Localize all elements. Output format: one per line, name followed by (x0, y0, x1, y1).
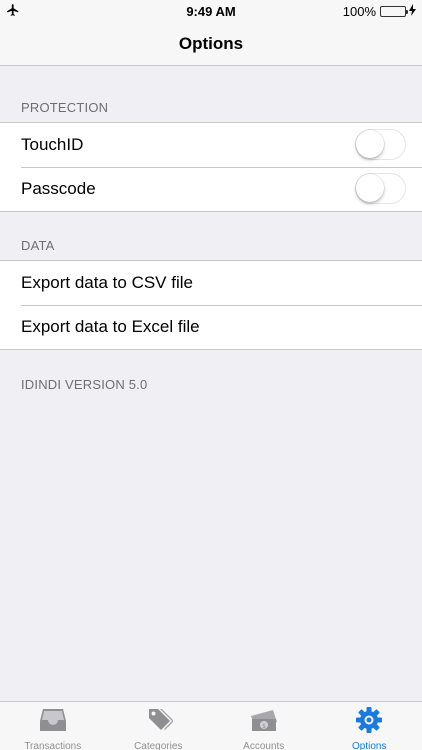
tab-label: Transactions (24, 741, 82, 750)
export-csv-row[interactable]: Export data to CSV file (0, 261, 422, 305)
passcode-toggle[interactable] (355, 173, 406, 204)
passcode-label: Passcode (21, 179, 96, 198)
toggle-knob (356, 174, 384, 202)
toggle-knob (356, 130, 384, 158)
data-group: Export data to CSV file Export data to E… (0, 260, 422, 350)
tab-categories[interactable]: Categories (106, 702, 212, 750)
touchid-toggle[interactable] (355, 129, 406, 160)
navigation-bar: Options (0, 22, 422, 66)
battery-icon (380, 6, 408, 17)
gear-icon (354, 706, 384, 739)
tab-bar: Transactions Categories $ Accounts Optio… (0, 701, 422, 750)
tab-accounts[interactable]: $ Accounts (211, 702, 317, 750)
bolt-icon (409, 4, 416, 19)
touchid-row: TouchID (0, 123, 422, 167)
passcode-row: Passcode (0, 167, 422, 211)
export-excel-label: Export data to Excel file (21, 317, 200, 336)
export-csv-label: Export data to CSV file (21, 273, 193, 292)
export-excel-row[interactable]: Export data to Excel file (0, 305, 422, 349)
tab-label: Options (352, 741, 387, 750)
page-title: Options (178, 33, 244, 53)
money-icon: $ (249, 706, 279, 739)
battery-percent: 100% (342, 4, 376, 19)
inbox-tray-icon (38, 706, 68, 739)
section-header-data: DATA (21, 238, 55, 253)
battery-indicator: 100% (343, 4, 416, 19)
tab-options[interactable]: Options (317, 702, 422, 750)
tab-label: Categories (134, 741, 183, 750)
status-bar: 9:49 AM 100% (0, 0, 422, 22)
section-header-protection: PROTECTION (21, 100, 109, 115)
tab-label: Accounts (243, 741, 285, 750)
tab-transactions[interactable]: Transactions (0, 702, 106, 750)
touchid-label: TouchID (21, 135, 84, 154)
protection-group: TouchID Passcode (0, 122, 422, 212)
tags-icon (143, 706, 175, 739)
version-text: IDINDI VERSION 5.0 (21, 377, 148, 392)
svg-text:$: $ (262, 723, 266, 730)
